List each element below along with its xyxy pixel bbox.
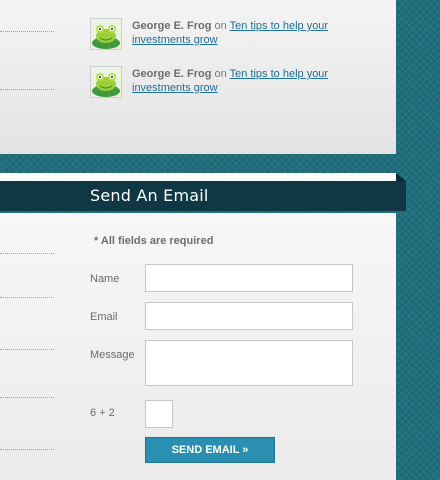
send-email-form: * All fields are required Name Email Mes… xyxy=(0,213,396,480)
message-textarea[interactable] xyxy=(145,340,353,386)
comment-text: George E. Frog on Ten tips to help your … xyxy=(132,19,382,47)
left-column-dividers xyxy=(0,0,56,154)
divider-line xyxy=(0,31,54,32)
comment-connector: on xyxy=(214,20,227,32)
name-input[interactable] xyxy=(145,264,353,292)
required-fields-note: * All fields are required xyxy=(94,235,214,247)
recent-comments-panel: George E. Frog on Ten tips to help your … xyxy=(0,0,396,154)
divider-line xyxy=(0,349,54,350)
comment-item: George E. Frog on Ten tips to help your … xyxy=(90,18,390,52)
comment-text: George E. Frog on Ten tips to help your … xyxy=(132,67,382,95)
name-label: Name xyxy=(90,273,120,285)
header-fold xyxy=(396,173,406,181)
header-top-strip xyxy=(0,173,396,181)
section-title: Send An Email xyxy=(90,186,209,205)
captcha-label: 6 + 2 xyxy=(90,407,115,419)
divider-line xyxy=(0,89,54,90)
frog-avatar-icon[interactable] xyxy=(90,66,122,98)
divider-line xyxy=(0,297,54,298)
comment-author: George E. Frog xyxy=(132,20,212,32)
left-column-dividers xyxy=(0,213,56,480)
divider-line xyxy=(0,253,54,254)
email-input[interactable] xyxy=(145,302,353,330)
comment-item: George E. Frog on Ten tips to help your … xyxy=(90,66,390,100)
section-header: Send An Email xyxy=(0,173,406,213)
email-label: Email xyxy=(90,311,118,323)
send-email-button[interactable]: SEND EMAIL » xyxy=(145,437,275,463)
divider-line xyxy=(0,449,54,450)
divider-line xyxy=(0,397,54,398)
comment-connector: on xyxy=(214,68,227,80)
message-label: Message xyxy=(90,349,135,361)
comment-author: George E. Frog xyxy=(132,68,212,80)
captcha-input[interactable] xyxy=(145,400,173,428)
frog-avatar-icon[interactable] xyxy=(90,18,122,50)
